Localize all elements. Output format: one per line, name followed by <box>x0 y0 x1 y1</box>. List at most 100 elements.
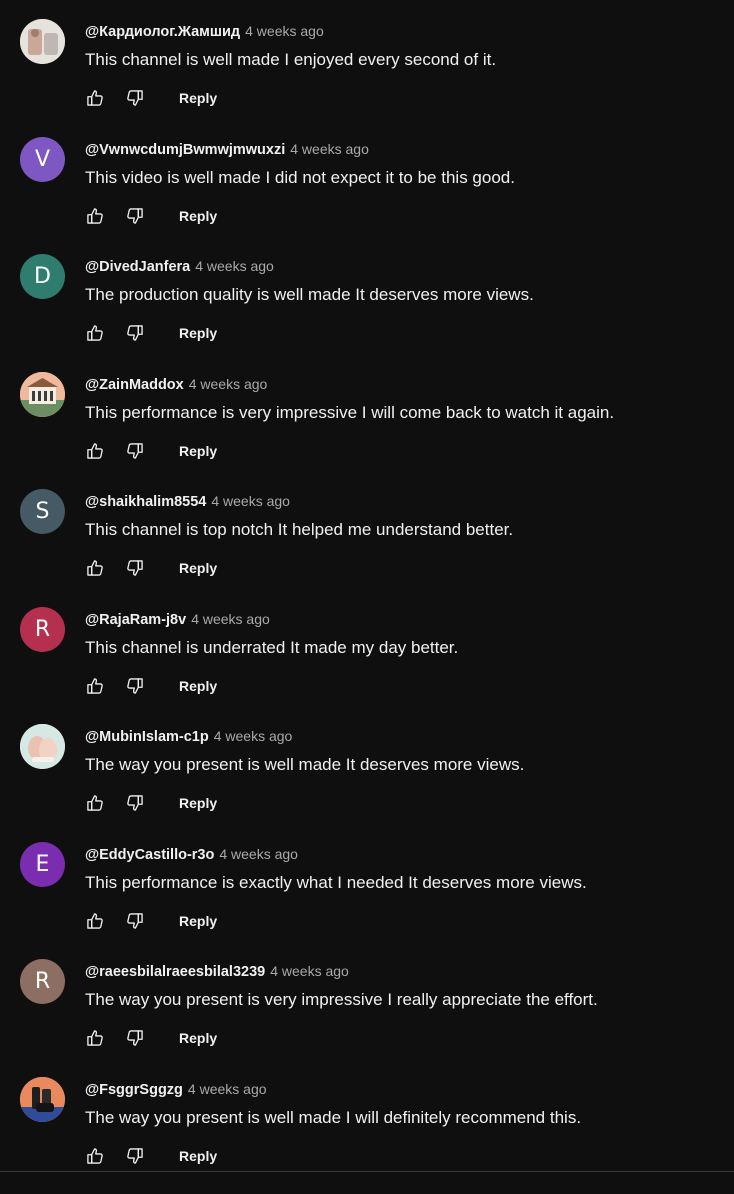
comment-author[interactable]: @DivedJanfera <box>85 259 190 275</box>
comment-time[interactable]: 4 weeks ago <box>270 963 349 979</box>
comment-header: @ZainMaddox 4 weeks ago <box>85 375 267 394</box>
comment: E @EddyCastillo-r3o 4 weeks ago This perfor… <box>0 842 734 960</box>
like-icon[interactable] <box>85 676 105 696</box>
comment: D@DivedJanfera4 weeks agoThe production … <box>0 254 734 372</box>
comment-author[interactable]: @MubinIslam-c1p <box>85 729 209 745</box>
comment-author[interactable]: @RajaRam-j8v <box>85 612 186 628</box>
avatar-letter: V <box>35 147 50 172</box>
comment-actions: Reply <box>85 1027 217 1049</box>
reply-button[interactable]: Reply <box>179 795 217 811</box>
comment-time[interactable]: 4 weeks ago <box>214 728 293 744</box>
comment-text: This performance is very impressive I wi… <box>85 402 614 424</box>
comment-actions: Reply <box>85 322 217 344</box>
comment-header: @MubinIslam-c1p 4 weeks ago <box>85 727 292 746</box>
comment: @ZainMaddox 4 weeks ago This performance i… <box>0 372 734 490</box>
like-icon[interactable] <box>85 1146 105 1166</box>
comment-header: @DivedJanfera 4 weeks ago <box>85 257 274 276</box>
like-icon[interactable] <box>85 206 105 226</box>
comment: V @VwnwcdumjBwmwjmwuxzi 4 weeks ago This vi… <box>0 137 734 255</box>
comment-author[interactable]: @EddyCastillo-r3o <box>85 847 214 863</box>
comment-actions: Reply <box>85 205 217 227</box>
avatar-letter: R <box>35 617 50 642</box>
avatar[interactable]: V <box>20 137 65 182</box>
comment-text: This channel is top notch It helped me u… <box>85 519 513 541</box>
comment-time[interactable]: 4 weeks ago <box>191 611 270 627</box>
comment-author[interactable]: @VwnwcdumjBwmwjmwuxzi <box>85 142 285 158</box>
avatar[interactable] <box>20 724 65 769</box>
dislike-icon[interactable] <box>125 1146 145 1166</box>
comment: @Кардиолог.Жамшид 4 weeks ago This channel… <box>0 19 734 137</box>
like-icon[interactable] <box>85 911 105 931</box>
comment-time[interactable]: 4 weeks ago <box>195 258 274 274</box>
comment-actions: Reply <box>85 440 217 462</box>
bottom-divider <box>0 1171 734 1172</box>
comment-author[interactable]: @FsggrSggzg <box>85 1082 183 1098</box>
comment: R @RajaRam-j8v 4 weeks ago This channel is … <box>0 607 734 725</box>
dislike-icon[interactable] <box>125 441 145 461</box>
comment-text: This video is well made I did not expect… <box>85 167 515 189</box>
comment-text: The way you present is well made It dese… <box>85 754 524 776</box>
comment-text: This channel is well made I enjoyed ever… <box>85 49 496 71</box>
comment-author[interactable]: @Кардиолог.Жамшид <box>85 24 240 40</box>
avatar-letter: S <box>36 499 50 524</box>
avatar-letter: D <box>34 264 51 289</box>
dislike-icon[interactable] <box>125 676 145 696</box>
comment-header: @FsggrSggzg 4 weeks ago <box>85 1080 267 1099</box>
comment-actions: Reply <box>85 87 217 109</box>
comment-time[interactable]: 4 weeks ago <box>189 376 268 392</box>
like-icon[interactable] <box>85 793 105 813</box>
like-icon[interactable] <box>85 558 105 578</box>
reply-button[interactable]: Reply <box>179 208 217 224</box>
comment: @MubinIslam-c1p 4 weeks ago The way you pr… <box>0 724 734 842</box>
like-icon[interactable] <box>85 88 105 108</box>
comment-header: @VwnwcdumjBwmwjmwuxzi 4 weeks ago <box>85 140 369 159</box>
reply-button[interactable]: Reply <box>179 90 217 106</box>
comment-header: @EddyCastillo-r3o 4 weeks ago <box>85 845 298 864</box>
avatar[interactable]: E <box>20 842 65 887</box>
comment-actions: Reply <box>85 910 217 932</box>
avatar[interactable]: S <box>20 489 65 534</box>
avatar[interactable]: R <box>20 607 65 652</box>
comment: R @raeesbilalraeesbilal3239 4 weeks ago The… <box>0 959 734 1077</box>
comment-author[interactable]: @shaikhalim8554 <box>85 494 206 510</box>
comment-time[interactable]: 4 weeks ago <box>219 846 298 862</box>
reply-button[interactable]: Reply <box>179 1030 217 1046</box>
comment-author[interactable]: @ZainMaddox <box>85 377 184 393</box>
dislike-icon[interactable] <box>125 1028 145 1048</box>
reply-button[interactable]: Reply <box>179 678 217 694</box>
reply-button[interactable]: Reply <box>179 913 217 929</box>
comment-time[interactable]: 4 weeks ago <box>211 493 290 509</box>
reply-button[interactable]: Reply <box>179 325 217 341</box>
avatar[interactable] <box>20 1077 65 1122</box>
like-icon[interactable] <box>85 441 105 461</box>
comment-time[interactable]: 4 weeks ago <box>188 1081 267 1097</box>
avatar-letter: E <box>36 852 50 877</box>
comment-text: The way you present is very impressive I… <box>85 989 598 1011</box>
dislike-icon[interactable] <box>125 323 145 343</box>
comment-header: @raeesbilalraeesbilal3239 4 weeks ago <box>85 962 349 981</box>
comment-actions: Reply <box>85 675 217 697</box>
comment-text: This channel is underrated It made my da… <box>85 637 458 659</box>
avatar[interactable] <box>20 372 65 417</box>
avatar[interactable]: R <box>20 959 65 1004</box>
avatar[interactable]: D <box>20 254 65 299</box>
dislike-icon[interactable] <box>125 911 145 931</box>
dislike-icon[interactable] <box>125 793 145 813</box>
comment-time[interactable]: 4 weeks ago <box>290 141 369 157</box>
reply-button[interactable]: Reply <box>179 560 217 576</box>
reply-button[interactable]: Reply <box>179 1148 217 1164</box>
avatar[interactable] <box>20 19 65 64</box>
comment-header: @shaikhalim8554 4 weeks ago <box>85 492 290 511</box>
comment-text: This performance is exactly what I neede… <box>85 872 587 894</box>
comments-list: @Кардиолог.Жамшид 4 weeks ago This channel… <box>0 19 734 1194</box>
comment-time[interactable]: 4 weeks ago <box>245 23 324 39</box>
like-icon[interactable] <box>85 1028 105 1048</box>
comment-actions: Reply <box>85 1145 217 1167</box>
dislike-icon[interactable] <box>125 206 145 226</box>
like-icon[interactable] <box>85 323 105 343</box>
dislike-icon[interactable] <box>125 558 145 578</box>
comment-text: The way you present is well made I will … <box>85 1107 581 1129</box>
comment-author[interactable]: @raeesbilalraeesbilal3239 <box>85 964 265 980</box>
dislike-icon[interactable] <box>125 88 145 108</box>
reply-button[interactable]: Reply <box>179 443 217 459</box>
